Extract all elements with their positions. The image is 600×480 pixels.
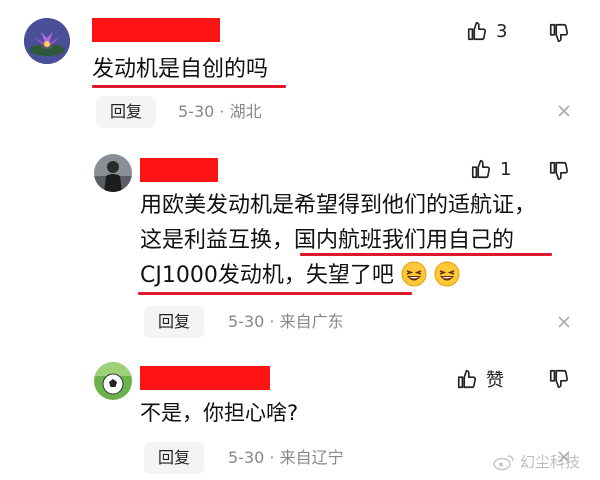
comment-text-line: 用欧美发动机是希望得到他们的适航证， (140, 193, 537, 218)
comment-text: 不是，你担心啥? (140, 396, 298, 431)
thumbs-down-icon[interactable] (548, 368, 570, 390)
like-label: 赞 (486, 370, 504, 391)
like-button[interactable]: 3 (466, 20, 507, 42)
laughing-emoji-icon (401, 261, 427, 287)
watermark-text: 幻尘科技 (519, 453, 580, 471)
reply-button[interactable]: 回复 (144, 306, 205, 338)
reply-button[interactable]: 回复 (96, 96, 157, 128)
comment-text: 发动机是自创的吗 (92, 52, 268, 87)
person-avatar-icon (94, 154, 132, 192)
redacted-username (140, 158, 218, 182)
comment-text-line: CJ1000发动机，失望了吧 (140, 258, 536, 293)
comment-meta: 5-30 · 来自广东 (228, 312, 344, 331)
close-icon[interactable] (557, 315, 571, 329)
soccer-ball-avatar-icon (94, 362, 132, 400)
avatar[interactable] (24, 18, 70, 64)
redacted-username (92, 18, 220, 42)
lotus-avatar-icon (24, 18, 70, 64)
like-count: 1 (500, 158, 512, 180)
thumbs-down-icon[interactable] (548, 22, 570, 44)
laughing-emoji-icon (434, 261, 460, 287)
thumbs-up-icon (457, 369, 476, 389)
avatar[interactable] (94, 362, 132, 400)
like-button[interactable]: 1 (470, 158, 511, 180)
watermark: 幻尘科技 (493, 451, 580, 472)
redacted-username (140, 366, 270, 390)
close-icon[interactable] (557, 104, 571, 118)
comment-meta: 5-30 · 来自辽宁 (228, 448, 344, 467)
like-button[interactable]: 赞 (456, 366, 504, 392)
thumbs-up-icon (471, 159, 490, 179)
weibo-logo-icon (493, 454, 514, 470)
like-count: 3 (496, 20, 508, 42)
comment-text: 用欧美发动机是希望得到他们的适航证， 这是利益互换，国内航班我们用自己的 CJ1… (140, 188, 536, 293)
comment-text-line: 不是，你担心啥? (140, 401, 299, 425)
avatar[interactable] (94, 154, 132, 192)
comment-text-line: 发动机是自创的吗 (92, 57, 269, 82)
comment-meta: 5-30 · 湖北 (178, 102, 262, 121)
highlight-underline (138, 292, 412, 295)
thumbs-down-icon[interactable] (548, 160, 570, 182)
comment-1: 3 发动机是自创的吗 回复 5-30 · 湖北 (0, 0, 600, 140)
reply-button[interactable]: 回复 (144, 442, 205, 474)
comment-thread: 3 发动机是自创的吗 回复 5-30 · 湖北 1 用欧美发动机是希望得到他们的… (0, 0, 600, 480)
highlight-underline (300, 253, 552, 256)
comment-2: 1 用欧美发动机是希望得到他们的适航证， 这是利益互换，国内航班我们用自己的 C… (0, 140, 600, 340)
highlight-underline (92, 85, 286, 88)
thumbs-up-icon (467, 21, 486, 41)
